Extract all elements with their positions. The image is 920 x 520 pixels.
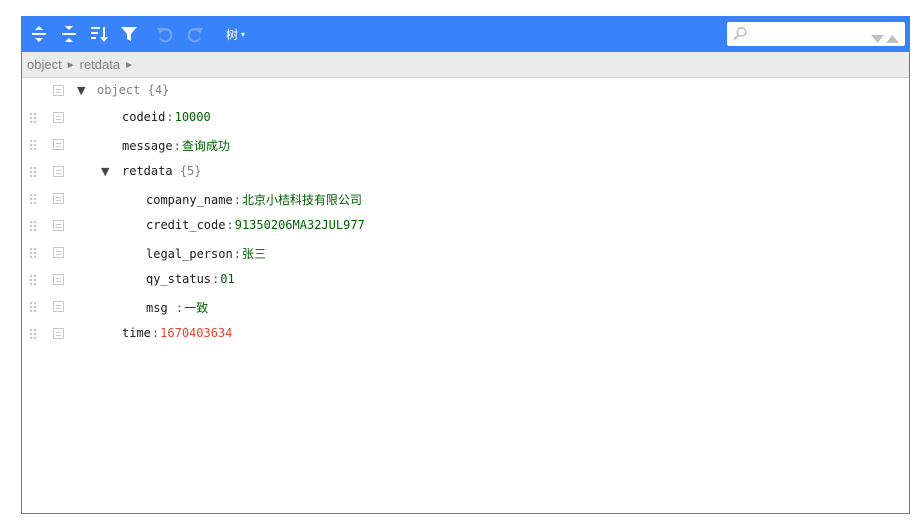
tree-row-credit-code: credit_code:91350206MA32JUL977: [22, 213, 902, 240]
field-key[interactable]: message: [122, 139, 173, 153]
sort-button[interactable]: [88, 23, 110, 45]
field-value[interactable]: 01: [220, 272, 234, 286]
mode-label: 树: [226, 28, 239, 42]
json-editor: 树 ▾ object ► retdata ► ▼ object {4} code…: [21, 16, 910, 514]
tree-row-retdata: ▼ retdata {5}: [22, 159, 902, 186]
tree-row-root: ▼ object {4}: [22, 78, 902, 105]
field-colon: :: [166, 110, 174, 124]
undo-button[interactable]: [154, 23, 176, 45]
expand-toggle-icon[interactable]: ▼: [77, 84, 85, 97]
search-icon: [733, 27, 747, 41]
breadcrumb-separator-icon[interactable]: ►: [124, 60, 134, 71]
field-colon: :: [233, 193, 241, 207]
drag-handle-icon[interactable]: [29, 274, 37, 286]
drag-handle-icon[interactable]: [29, 112, 37, 124]
field-value[interactable]: 一致: [184, 301, 208, 315]
field-value[interactable]: 张三: [242, 247, 266, 261]
filter-button[interactable]: [118, 23, 140, 45]
node-type: object: [97, 83, 141, 97]
expand-all-button[interactable]: [28, 23, 50, 45]
drag-handle-icon[interactable]: [29, 301, 37, 313]
tree-row-time: time:1670403634: [22, 321, 902, 348]
arrow-down-icon: [871, 35, 884, 43]
redo-button[interactable]: [184, 23, 206, 45]
field-value[interactable]: 1670403634: [160, 326, 232, 340]
context-menu-button[interactable]: [53, 328, 64, 339]
drag-handle-icon[interactable]: [29, 328, 37, 340]
node-count: {5}: [179, 164, 202, 178]
field-key[interactable]: legal_person: [146, 247, 233, 261]
tree-row-company-name: company_name:北京小桔科技有限公司: [22, 186, 902, 213]
expand-all-icon: [32, 26, 46, 42]
filter-icon: [121, 27, 137, 41]
field-key[interactable]: msg: [146, 301, 175, 315]
field-key[interactable]: time: [122, 326, 151, 340]
collapse-all-button[interactable]: [58, 23, 80, 45]
breadcrumb-item-object[interactable]: object: [27, 57, 62, 72]
tree-row-codeid: codeid:10000: [22, 105, 902, 132]
field-key[interactable]: company_name: [146, 193, 233, 207]
field-value[interactable]: 查询成功: [182, 139, 230, 153]
search-input[interactable]: [751, 25, 861, 43]
field-value[interactable]: 10000: [175, 110, 211, 124]
field-value[interactable]: 91350206MA32JUL977: [235, 218, 365, 232]
breadcrumb-item-retdata[interactable]: retdata: [80, 57, 120, 72]
drag-handle-icon[interactable]: [29, 247, 37, 259]
context-menu-button[interactable]: [53, 274, 64, 285]
context-menu-button[interactable]: [53, 85, 64, 96]
tree-row-legal-person: legal_person:张三: [22, 240, 902, 267]
chevron-down-icon: ▾: [241, 30, 246, 39]
breadcrumb: object ► retdata ►: [22, 52, 909, 78]
field-key[interactable]: qy_status: [146, 272, 211, 286]
search-box: [727, 22, 905, 46]
search-previous-button[interactable]: [886, 29, 899, 48]
collapse-all-icon: [62, 26, 76, 42]
context-menu-button[interactable]: [53, 166, 64, 177]
field-colon: :: [151, 326, 160, 340]
field-key[interactable]: retdata: [122, 164, 173, 178]
field-key[interactable]: codeid: [122, 110, 165, 124]
tree-row-message: message:查询成功: [22, 132, 902, 159]
field-colon: :: [233, 247, 241, 261]
field-value[interactable]: 北京小桔科技有限公司: [242, 193, 362, 207]
context-menu-button[interactable]: [53, 112, 64, 123]
toolbar: 树 ▾: [22, 17, 909, 52]
mode-dropdown[interactable]: 树 ▾: [226, 26, 245, 43]
undo-icon: [157, 28, 173, 43]
field-colon: :: [175, 301, 184, 315]
context-menu-button[interactable]: [53, 301, 64, 312]
redo-icon: [187, 28, 203, 43]
arrow-up-icon: [886, 35, 899, 43]
field-colon: :: [212, 272, 220, 286]
drag-handle-icon[interactable]: [29, 220, 37, 232]
context-menu-button[interactable]: [53, 220, 64, 231]
drag-handle-icon[interactable]: [29, 139, 37, 151]
node-count: {4}: [147, 83, 170, 97]
breadcrumb-separator-icon[interactable]: ►: [66, 60, 76, 71]
drag-handle-icon[interactable]: [29, 166, 37, 178]
context-menu-button[interactable]: [53, 139, 64, 150]
tree-row-msg: msg :一致: [22, 294, 902, 321]
field-key[interactable]: credit_code: [146, 218, 225, 232]
field-colon: :: [173, 139, 181, 153]
node-label: object {4}: [97, 83, 169, 97]
expand-toggle-icon[interactable]: ▼: [101, 165, 109, 178]
field-colon: :: [226, 218, 234, 232]
search-next-button[interactable]: [871, 29, 884, 48]
sort-icon: [91, 27, 108, 42]
context-menu-button[interactable]: [53, 247, 64, 258]
drag-handle-icon[interactable]: [29, 193, 37, 205]
tree-row-qy-status: qy_status:01: [22, 267, 902, 294]
context-menu-button[interactable]: [53, 193, 64, 204]
